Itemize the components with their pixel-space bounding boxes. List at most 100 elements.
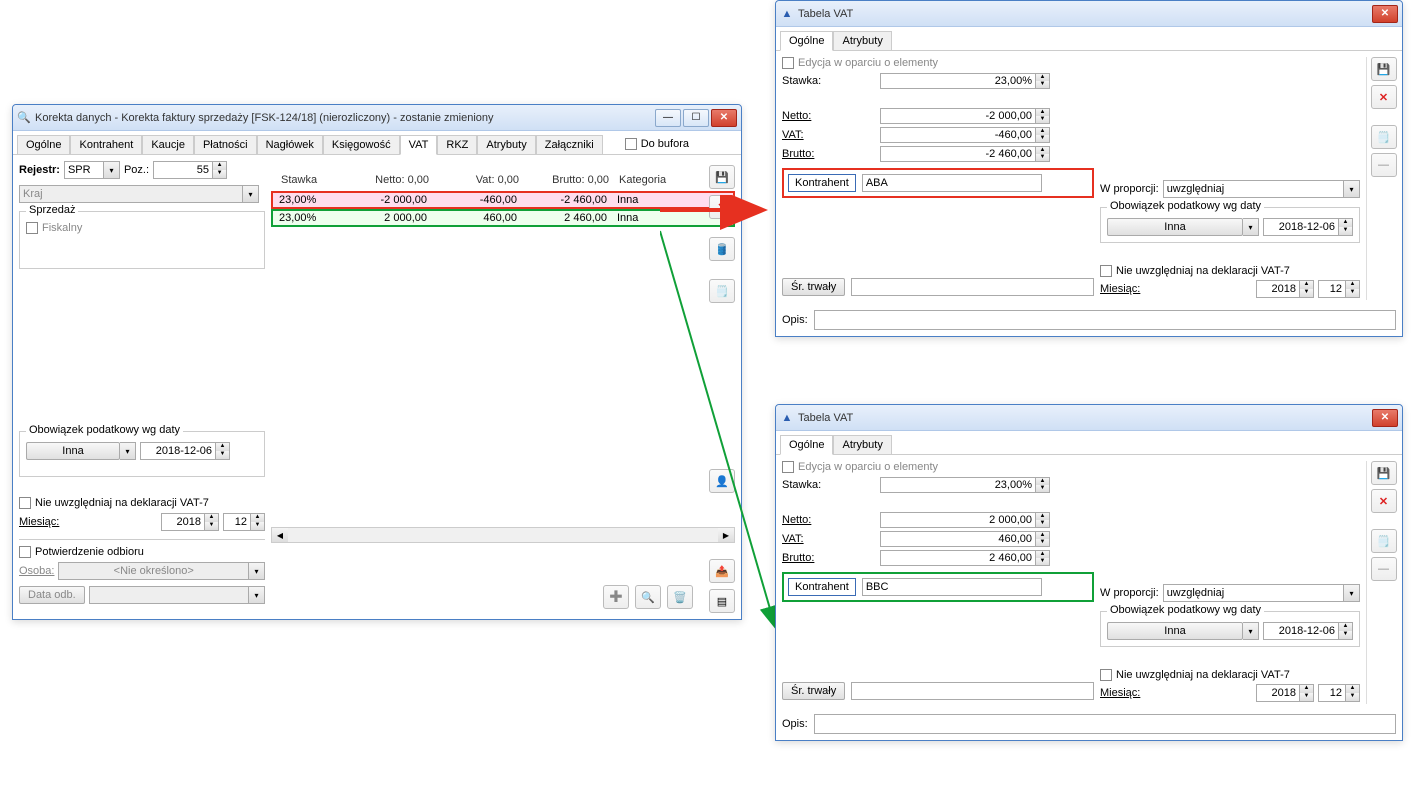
inna-combo[interactable]: Inna ▾ <box>1107 622 1259 640</box>
main-window: 🔍 Korekta danych - Korekta faktury sprze… <box>12 104 742 620</box>
minus-icon[interactable]: — <box>1371 153 1397 177</box>
zoom-icon[interactable]: 🔍 <box>635 585 661 609</box>
osoba-label: Osoba: <box>19 565 54 577</box>
opis-input[interactable] <box>814 714 1396 734</box>
miesiac-year-spinner[interactable]: ▲▼ <box>161 513 219 531</box>
titlebar[interactable]: ▲ Tabela VAT ✕ <box>776 405 1402 431</box>
rejestr-label: Rejestr: <box>19 164 60 176</box>
minimize-button[interactable]: — <box>655 109 681 127</box>
titlebar[interactable]: 🔍 Korekta danych - Korekta faktury sprze… <box>13 105 741 131</box>
tab-kontrahent[interactable]: Kontrahent <box>70 135 142 154</box>
edycja-checkbox[interactable]: Edycja w oparciu o elementy <box>782 461 1094 473</box>
tab-bar: Ogólne Kontrahent Kaucje Płatności Nagłó… <box>13 131 741 155</box>
tab-ogolne[interactable]: Ogólne <box>780 31 833 51</box>
nie-uwzg-checkbox[interactable]: Nie uwzględniaj na deklaracji VAT-7 <box>1100 669 1360 681</box>
add-icon[interactable]: ✚ <box>603 585 629 609</box>
titlebar[interactable]: ▲ Tabela VAT ✕ <box>776 1 1402 27</box>
tab-ogolne[interactable]: Ogólne <box>17 135 70 154</box>
inna-combo[interactable]: Inna ▾ <box>26 442 136 460</box>
tab-vat[interactable]: VAT <box>400 135 438 155</box>
maximize-button[interactable]: ☐ <box>683 109 709 127</box>
tab-zalaczniki[interactable]: Załączniki <box>536 135 603 154</box>
data-odb-button[interactable]: Data odb. <box>19 586 85 604</box>
date-spinner[interactable]: ▲▼ <box>140 442 230 460</box>
obowiazek-group: Obowiązek podatkowy wg daty Inna ▾ ▲▼ <box>19 431 265 477</box>
cancel-icon[interactable]: ✕ <box>1371 489 1397 513</box>
brutto-input[interactable]: ▲▼ <box>880 146 1050 162</box>
tab-ogolne[interactable]: Ogólne <box>780 435 833 455</box>
vat-window-2: ▲ Tabela VAT ✕ Ogólne Atrybuty Edycja w … <box>775 404 1403 741</box>
tab-rkz[interactable]: RKZ <box>437 135 477 154</box>
sr-trwaly-input[interactable] <box>851 278 1094 296</box>
window-title: Tabela VAT <box>798 8 1372 20</box>
save-icon[interactable]: 💾 <box>1371 461 1397 485</box>
fiskalny-checkbox[interactable]: Fiskalny <box>26 222 258 234</box>
tab-atrybuty[interactable]: Atrybuty <box>477 135 535 154</box>
proporcji-combo[interactable]: ▾ <box>1163 584 1360 602</box>
do-bufora-checkbox[interactable]: Do bufora <box>625 135 689 152</box>
netto-input[interactable]: ▲▼ <box>880 108 1050 124</box>
tab-naglowek[interactable]: Nagłówek <box>257 135 323 154</box>
kontrahent-input[interactable] <box>862 174 1042 192</box>
close-button[interactable]: ✕ <box>1372 5 1398 23</box>
year-spinner[interactable]: ▲▼ <box>1256 280 1314 298</box>
osoba-combo[interactable]: ▾ <box>58 562 265 580</box>
nie-uwzgledniaj-checkbox[interactable]: Nie uwzględniaj na deklaracji VAT-7 <box>19 497 265 509</box>
miesiac-label: Miesiąc: <box>19 516 59 528</box>
form-icon[interactable]: 🗒️ <box>1371 529 1397 553</box>
save-icon[interactable]: 💾 <box>1371 57 1397 81</box>
kontrahent-button[interactable]: Kontrahent <box>788 578 856 596</box>
obowiazek-group: Obowiązek podatkowy wg daty Inna ▾ ▲▼ <box>1100 207 1360 243</box>
vat-input[interactable]: ▲▼ <box>880 127 1050 143</box>
stawka-input[interactable]: ▲▼ <box>880 73 1050 89</box>
year-spinner[interactable]: ▲▼ <box>1256 684 1314 702</box>
form-icon[interactable]: 🗒️ <box>1371 125 1397 149</box>
brutto-input[interactable]: ▲▼ <box>880 550 1050 566</box>
inna-combo[interactable]: Inna ▾ <box>1107 218 1259 236</box>
tab-atrybuty[interactable]: Atrybuty <box>833 435 891 454</box>
minus-icon[interactable]: — <box>1371 557 1397 581</box>
app-icon: ▲ <box>780 7 794 21</box>
save-icon[interactable]: 💾 <box>709 165 735 189</box>
table-header: Stawka Netto: 0,00 Vat: 0,00 Brutto: 0,0… <box>271 161 735 191</box>
kontrahent-row: Kontrahent <box>782 572 1094 602</box>
opis-label: Opis: <box>782 718 808 730</box>
edycja-checkbox[interactable]: Edycja w oparciu o elementy <box>782 57 1094 69</box>
stawka-input[interactable]: ▲▼ <box>880 477 1050 493</box>
nie-uwzg-checkbox[interactable]: Nie uwzględniaj na deklaracji VAT-7 <box>1100 265 1360 277</box>
tab-kaucje[interactable]: Kaucje <box>142 135 194 154</box>
obowiazek-group: Obowiązek podatkowy wg daty Inna ▾ ▲▼ <box>1100 611 1360 647</box>
data-odb-combo[interactable]: ▾ <box>89 586 265 604</box>
kontrahent-button[interactable]: Kontrahent <box>788 174 856 192</box>
vat-right-col: W proporcji: ▾ Obowiązek podatkowy wg da… <box>1100 461 1360 704</box>
date-spinner[interactable]: ▲▼ <box>1263 218 1353 236</box>
opis-label: Opis: <box>782 314 808 326</box>
miesiac-month-spinner[interactable]: ▲▼ <box>223 513 265 531</box>
month-spinner[interactable]: ▲▼ <box>1318 280 1360 298</box>
cancel-icon[interactable]: ✕ <box>1371 85 1397 109</box>
app-icon: 🔍 <box>17 111 31 125</box>
rejestr-combo[interactable]: ▾ <box>64 161 120 179</box>
vat-right-col: W proporcji: ▾ Obowiązek podatkowy wg da… <box>1100 57 1360 300</box>
poz-spinner[interactable]: ▲▼ <box>153 161 227 179</box>
vat-input[interactable]: ▲▼ <box>880 531 1050 547</box>
tab-atrybuty[interactable]: Atrybuty <box>833 31 891 50</box>
month-spinner[interactable]: ▲▼ <box>1318 684 1360 702</box>
netto-input[interactable]: ▲▼ <box>880 512 1050 528</box>
proporcji-combo[interactable]: ▾ <box>1163 180 1360 198</box>
close-button[interactable]: ✕ <box>1372 409 1398 427</box>
sr-trwaly-button[interactable]: Śr. trwały <box>782 682 845 700</box>
poz-label: Poz.: <box>124 164 149 176</box>
tab-platnosci[interactable]: Płatności <box>194 135 257 154</box>
sr-trwaly-input[interactable] <box>851 682 1094 700</box>
tab-ksiegowosc[interactable]: Księgowość <box>323 135 400 154</box>
green-arrow <box>660 226 790 646</box>
vat-window-1: ▲ Tabela VAT ✕ Ogólne Atrybuty Edycja w … <box>775 0 1403 337</box>
close-button[interactable]: ✕ <box>711 109 737 127</box>
date-spinner[interactable]: ▲▼ <box>1263 622 1353 640</box>
kontrahent-input[interactable] <box>862 578 1042 596</box>
sr-trwaly-button[interactable]: Śr. trwały <box>782 278 845 296</box>
kraj-combo[interactable]: ▾ <box>19 185 259 203</box>
potwierdzenie-checkbox[interactable]: Potwierdzenie odbioru <box>19 546 265 558</box>
opis-input[interactable] <box>814 310 1396 330</box>
